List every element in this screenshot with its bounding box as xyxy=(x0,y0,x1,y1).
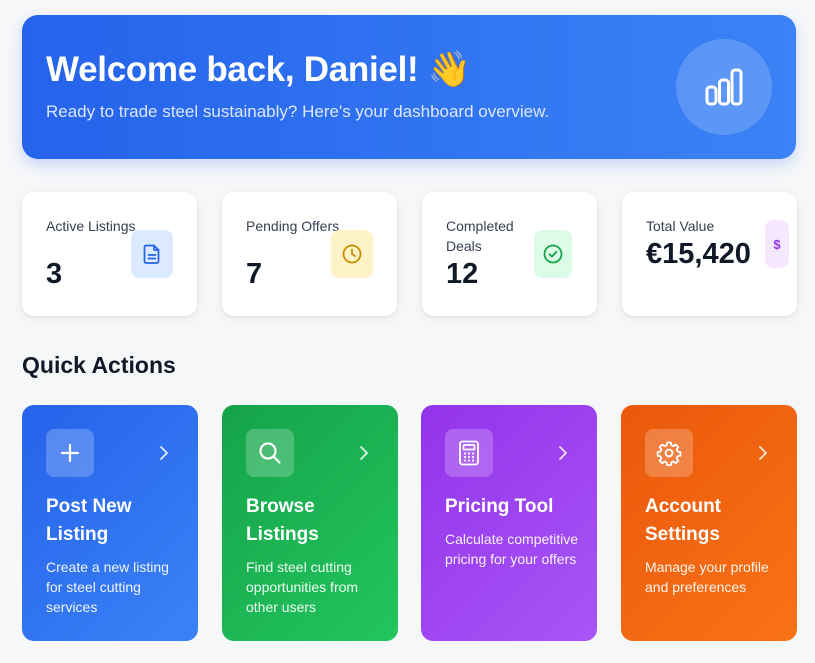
search-icon xyxy=(246,429,294,477)
action-title: Pricing Tool xyxy=(445,496,554,517)
stat-value: 3 xyxy=(46,258,63,290)
stat-label: Active Listings xyxy=(46,218,136,234)
action-title: Account Settings xyxy=(645,496,721,545)
action-title: Post New Listing xyxy=(46,496,132,545)
chevron-right-icon xyxy=(154,443,174,463)
stat-label: Total Value xyxy=(646,218,715,234)
plus-icon xyxy=(46,429,94,477)
bar-chart-icon xyxy=(676,39,772,135)
dollar-icon: $ xyxy=(765,220,789,268)
stat-value: 12 xyxy=(446,258,479,290)
browse-listings-card[interactable]: Browse Listings Find steel cutting oppor… xyxy=(222,405,398,641)
account-settings-card[interactable]: Account Settings Manage your profile and… xyxy=(621,405,797,641)
stat-label: Completed Deals xyxy=(446,218,514,254)
calculator-icon xyxy=(445,429,493,477)
chevron-right-icon xyxy=(354,443,374,463)
check-circle-icon xyxy=(534,230,572,278)
action-description: Calculate competitive pricing for your o… xyxy=(445,531,579,567)
chevron-right-icon xyxy=(753,443,773,463)
stat-card-completed-deals: Completed Deals 12 xyxy=(422,192,597,316)
stat-label: Pending Offers xyxy=(246,218,340,234)
stat-card-active-listings: Active Listings 3 xyxy=(22,192,197,316)
welcome-subtitle: Ready to trade steel sustainably? Here's… xyxy=(46,102,550,121)
clock-icon xyxy=(331,230,373,278)
stat-card-total-value: Total Value €15,420 $ xyxy=(622,192,797,316)
quick-actions-title: Quick Actions xyxy=(22,352,176,378)
welcome-banner: Welcome back, Daniel! 👋 Ready to trade s… xyxy=(22,15,796,159)
document-icon xyxy=(131,230,173,278)
action-title: Browse Listings xyxy=(246,496,319,545)
stat-card-pending-offers: Pending Offers 7 xyxy=(222,192,397,316)
pricing-tool-card[interactable]: Pricing Tool Calculate competitive prici… xyxy=(421,405,597,641)
dashboard-page: Welcome back, Daniel! 👋 Ready to trade s… xyxy=(0,0,815,663)
gear-icon xyxy=(645,429,693,477)
stat-value: 7 xyxy=(246,258,263,290)
stat-value: €15,420 xyxy=(646,238,751,270)
post-new-listing-card[interactable]: Post New Listing Create a new listing fo… xyxy=(22,405,198,641)
action-description: Create a new listing for steel cutting s… xyxy=(46,559,169,615)
action-description: Manage your profile and preferences xyxy=(645,559,769,595)
action-description: Find steel cutting opportunities from ot… xyxy=(246,559,359,615)
chevron-right-icon xyxy=(553,443,573,463)
welcome-title: Welcome back, Daniel! 👋 xyxy=(46,50,472,89)
